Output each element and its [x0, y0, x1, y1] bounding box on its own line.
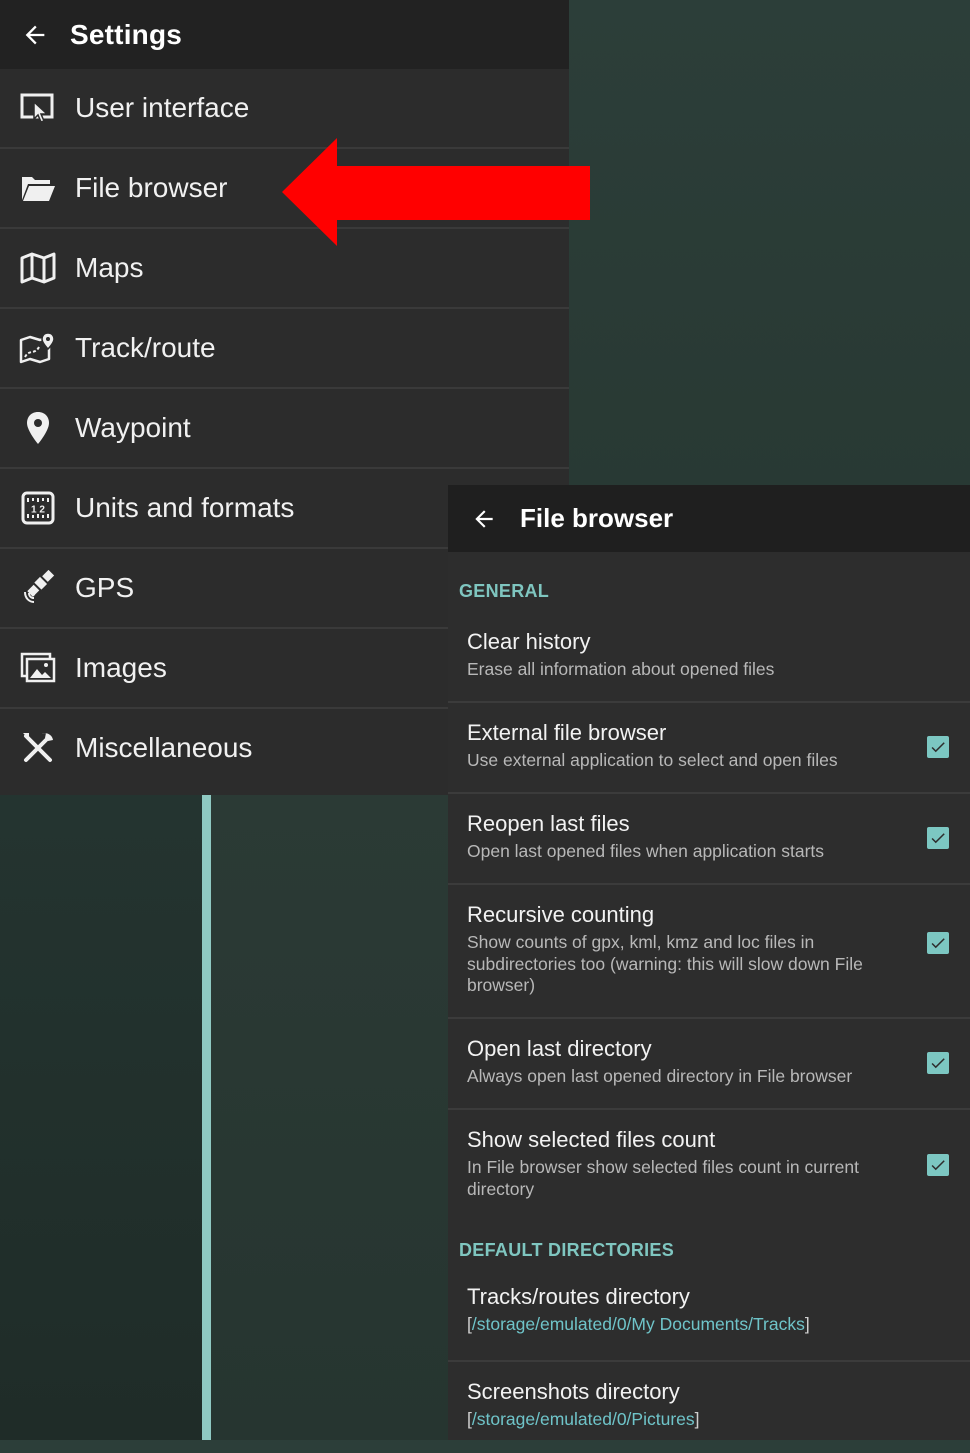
settings-header: Settings: [0, 0, 569, 69]
pref-summary: [/storage/emulated/0/My Documents/Tracks…: [467, 1314, 810, 1334]
page-title: File browser: [520, 503, 674, 533]
external-file-browser-checkbox[interactable]: [927, 736, 949, 758]
arrow-back-icon: [25, 25, 45, 44]
user-interface-icon: [0, 69, 75, 147]
file-browser-panel: File browser GENERAL Clear history Erase…: [448, 485, 970, 1440]
open-last-directory-checkbox[interactable]: [927, 1052, 949, 1074]
show-selected-files-count-checkbox[interactable]: [927, 1154, 949, 1176]
pref-title: Screenshots directory: [467, 1379, 680, 1404]
pref-summary: Erase all information about opened files: [467, 659, 775, 679]
pref-summary: Always open last opened directory in Fil…: [467, 1066, 853, 1086]
pref-title: External file browser: [467, 720, 667, 745]
recursive-counting-checkbox[interactable]: [927, 932, 949, 954]
directory-path: /storage/emulated/0/My Documents/Tracks: [471, 1314, 805, 1334]
reopen-last-files-checkbox[interactable]: [927, 827, 949, 849]
pref-title: Show selected files count: [467, 1127, 716, 1152]
menu-item-label: Maps: [75, 252, 144, 283]
menu-item-label: GPS: [75, 572, 135, 603]
menu-item-label: Images: [75, 652, 167, 683]
pref-show-selected-files-count[interactable]: Show selected files count In File browse…: [448, 1110, 970, 1222]
back-button[interactable]: [0, 0, 70, 69]
pref-title: Recursive counting: [467, 902, 655, 927]
pref-summary: Open last opened files when application …: [467, 841, 825, 861]
menu-item-label: Units and formats: [75, 492, 295, 523]
pref-screenshots-directory[interactable]: Screenshots directory [/storage/emulated…: [448, 1362, 970, 1453]
menu-item-label: Track/route: [75, 332, 216, 363]
menu-item-user-interface[interactable]: User interface: [0, 69, 569, 149]
arrow-back-icon: [475, 509, 493, 528]
back-button[interactable]: [448, 485, 520, 552]
folder-open-icon: [0, 149, 75, 227]
pref-summary: [/storage/emulated/0/Pictures]: [467, 1409, 700, 1429]
check-icon: [931, 938, 945, 949]
menu-item-track-route[interactable]: Track/route: [0, 309, 569, 389]
menu-item-waypoint[interactable]: Waypoint: [0, 389, 569, 469]
highlight-arrow-icon: [282, 138, 590, 246]
section-title-default-directories: DEFAULT DIRECTORIES: [459, 1240, 675, 1260]
pref-summary: Use external application to select and o…: [467, 750, 838, 770]
pref-recursive-counting[interactable]: Recursive counting Show counts of gpx, k…: [448, 885, 970, 1019]
pref-tracks-routes-directory[interactable]: Tracks/routes directory [/storage/emulat…: [448, 1271, 970, 1362]
file-browser-header: File browser: [448, 485, 970, 552]
check-icon: [931, 1058, 945, 1069]
satellite-icon: [0, 549, 75, 627]
pref-open-last-directory[interactable]: Open last directory Always open last ope…: [448, 1019, 970, 1110]
menu-item-label: User interface: [75, 92, 250, 123]
units-icon: 1 2: [0, 469, 75, 547]
pref-title: Open last directory: [467, 1036, 652, 1061]
menu-item-label: Miscellaneous: [75, 732, 253, 763]
background-stripe: [202, 795, 211, 1440]
tools-icon: [0, 709, 75, 787]
directory-path: /storage/emulated/0/Pictures: [471, 1409, 695, 1429]
page-title: Settings: [70, 18, 183, 50]
check-icon: [931, 742, 945, 753]
pref-title: Tracks/routes directory: [467, 1284, 690, 1309]
pref-external-file-browser[interactable]: External file browser Use external appli…: [448, 703, 970, 794]
background-left: [0, 795, 202, 1440]
pref-summary: In File browser show selected files coun…: [467, 1157, 859, 1199]
check-icon: [931, 1160, 945, 1171]
check-icon: [931, 833, 945, 844]
track-route-icon: [0, 309, 75, 387]
location-pin-icon: [0, 389, 75, 467]
background-band: [211, 795, 448, 1440]
menu-item-label: File browser: [75, 172, 228, 203]
map-icon: [0, 229, 75, 307]
pref-title: Clear history: [467, 629, 591, 654]
pref-title: Reopen last files: [467, 811, 630, 836]
pref-reopen-last-files[interactable]: Reopen last files Open last opened files…: [448, 794, 970, 885]
pref-summary: Show counts of gpx, kml, kmz and loc fil…: [467, 932, 863, 995]
images-icon: [0, 629, 75, 707]
section-title-general: GENERAL: [459, 581, 550, 601]
pref-clear-history[interactable]: Clear history Erase all information abou…: [448, 612, 970, 703]
menu-item-label: Waypoint: [75, 412, 191, 443]
svg-text:1 2: 1 2: [31, 505, 45, 516]
